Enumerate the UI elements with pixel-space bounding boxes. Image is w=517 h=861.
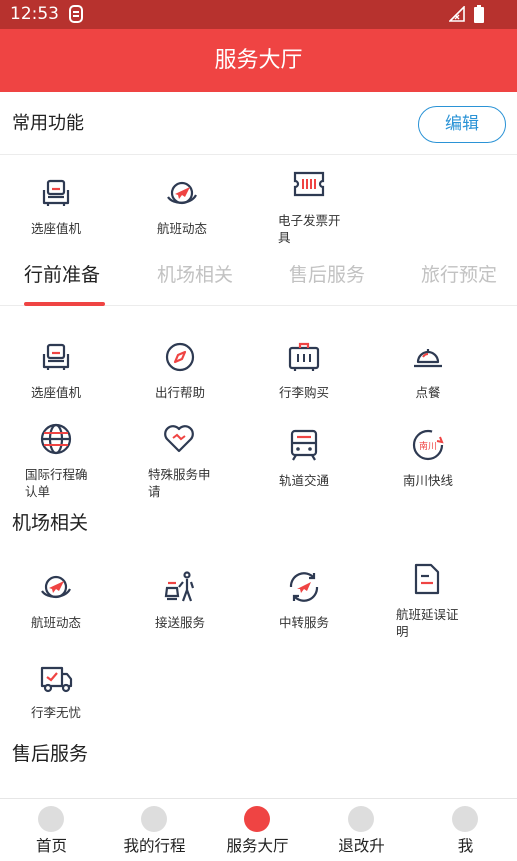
nav-home[interactable]: 首页 (0, 799, 103, 861)
airport-item-label: 接送服务 (154, 615, 205, 630)
category-tabs: 行前准备 机场相关 售后服务 旅行预定 (0, 250, 517, 306)
airport-item-label: 航班延误证明 (396, 607, 459, 639)
tab-after-sales[interactable]: 售后服务 (289, 262, 365, 288)
baggage-truck-icon (39, 660, 73, 694)
pickup-icon (163, 570, 197, 604)
common-item-label: 航班动态 (156, 221, 207, 236)
edit-button[interactable]: 编辑 (418, 106, 506, 143)
document-icon (410, 562, 444, 596)
common-functions-header: 常用功能 编辑 (0, 92, 517, 155)
tab-travel-booking[interactable]: 旅行预定 (421, 262, 497, 288)
pretrip-item-label: 轨道交通 (278, 473, 329, 488)
seat-icon (39, 340, 73, 374)
nanchuan-express-icon: 南川 (411, 428, 445, 462)
common-item-label: 选座值机 (30, 221, 81, 236)
svg-text:南川: 南川 (419, 440, 437, 452)
nav-label: 服务大厅 (226, 837, 289, 855)
common-item-label: 电子发票开具 (278, 213, 341, 245)
nav-refund-change[interactable]: 退改升 (310, 799, 413, 861)
profile-icon (452, 806, 478, 832)
globe-icon (39, 422, 73, 456)
pretrip-item-label: 特殊服务申请 (148, 467, 211, 499)
common-functions-title: 常用功能 (12, 113, 84, 134)
airport-item-label: 中转服务 (278, 615, 329, 630)
refund-change-icon (348, 806, 374, 832)
flight-status-icon (39, 570, 73, 604)
invoice-icon (292, 168, 326, 202)
bottom-nav: 首页 我的行程 服务大厅 退改升 我 (0, 798, 517, 861)
pretrip-item-label: 国际行程确认单 (25, 467, 88, 499)
page-title: 服务大厅 (214, 48, 303, 73)
heart-icon (162, 422, 196, 456)
airport-item-label: 航班动态 (30, 615, 81, 630)
pretrip-item-label: 点餐 (415, 385, 441, 400)
home-icon (38, 806, 64, 832)
compass-icon (163, 340, 197, 374)
seat-icon (39, 176, 73, 210)
signal-icon (449, 6, 465, 22)
nav-label: 我 (457, 837, 474, 855)
pretrip-item-label: 出行帮助 (154, 385, 205, 400)
nav-label: 首页 (35, 837, 67, 855)
notification-icon (69, 5, 83, 23)
tab-airport[interactable]: 机场相关 (157, 262, 233, 288)
nav-service-hall[interactable]: 服务大厅 (206, 799, 309, 861)
luggage-icon (287, 340, 321, 374)
transfer-icon (287, 570, 321, 604)
nav-my-trips[interactable]: 我的行程 (103, 799, 206, 861)
section-title-after-sales: 售后服务 (12, 743, 89, 765)
airport-item-label: 行李无忧 (30, 705, 81, 720)
train-icon (287, 428, 321, 462)
pretrip-item-label: 选座值机 (30, 385, 81, 400)
tab-pre-trip[interactable]: 行前准备 (24, 262, 100, 288)
trips-icon (141, 806, 167, 832)
status-time: 12:53 (10, 4, 59, 24)
nav-label: 退改升 (338, 837, 385, 855)
nav-label: 我的行程 (123, 837, 186, 855)
app-header: 服务大厅 (0, 29, 517, 92)
battery-icon (474, 5, 484, 23)
pretrip-item-label: 南川快线 (402, 473, 453, 488)
pretrip-item-label: 行李购买 (278, 385, 329, 400)
status-bar: 12:53 (0, 0, 517, 29)
active-tab-indicator (24, 302, 105, 306)
food-cloche-icon (411, 340, 445, 374)
section-title-airport: 机场相关 (12, 512, 89, 534)
nav-me[interactable]: 我 (414, 799, 517, 861)
service-hall-icon (244, 806, 270, 832)
flight-status-icon (165, 176, 199, 210)
